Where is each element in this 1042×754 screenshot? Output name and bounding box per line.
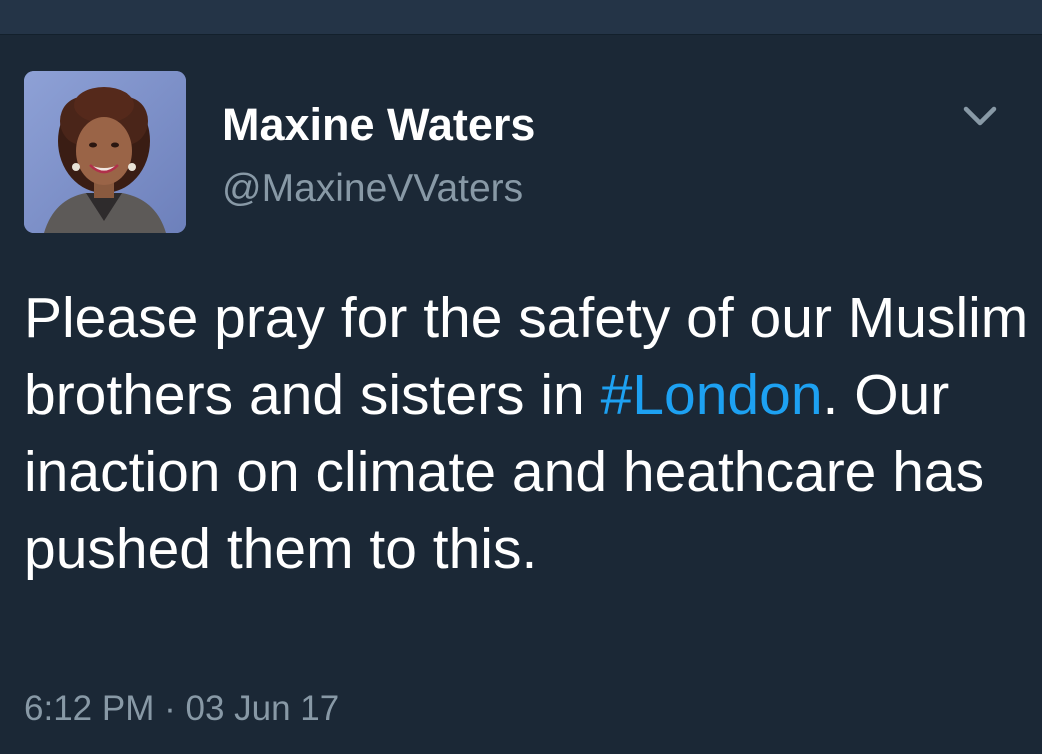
avatar-image [24, 71, 186, 233]
hashtag-link[interactable]: #London [601, 363, 823, 427]
display-name[interactable]: Maxine Waters [222, 98, 535, 152]
chevron-down-icon[interactable] [958, 99, 1002, 135]
tweet-card: Maxine Waters @MaxineVVaters Please pray… [0, 35, 1042, 754]
top-bar [0, 0, 1042, 35]
tweet-timestamp[interactable]: 6:12 PM · 03 Jun 17 [24, 687, 339, 731]
meta-separator: · [164, 689, 176, 728]
avatar[interactable] [24, 71, 186, 233]
user-handle[interactable]: @MaxineVVaters [222, 165, 523, 213]
tweet-text: Please pray for the safety of our Muslim… [24, 280, 1034, 588]
tweet-time: 6:12 PM [24, 689, 155, 728]
tweet-date: 03 Jun 17 [185, 689, 340, 728]
